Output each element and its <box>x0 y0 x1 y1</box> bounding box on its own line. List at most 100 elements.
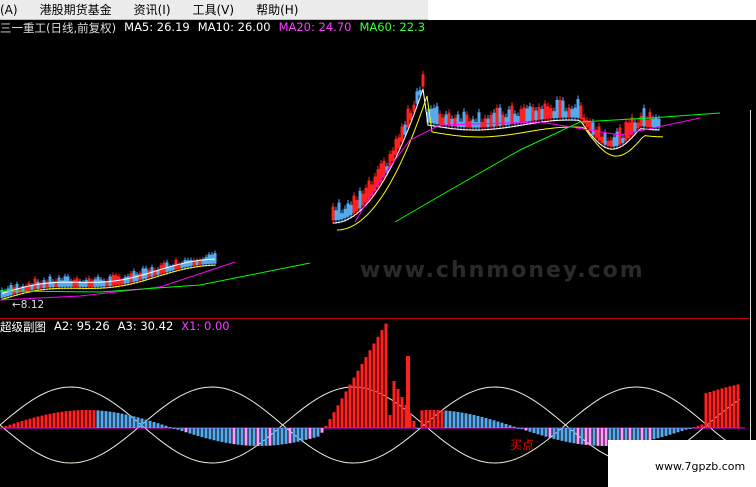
histogram-bar <box>492 420 496 428</box>
candle-body <box>36 281 40 289</box>
histogram-bar <box>380 330 384 428</box>
candle-body <box>576 99 580 118</box>
candle-body <box>564 111 568 118</box>
histogram-bar <box>56 412 60 428</box>
a2-value: A2: 95.26 <box>54 319 110 333</box>
histogram-bar <box>508 425 512 428</box>
histogram-bar <box>24 419 28 428</box>
histogram-bar <box>184 428 188 433</box>
candle-body <box>99 279 103 287</box>
histogram-bar <box>48 413 52 428</box>
histogram-bar <box>684 428 688 430</box>
histogram-bar <box>92 410 96 428</box>
candle-body <box>81 282 85 287</box>
histogram-bar <box>468 414 472 428</box>
candle-body <box>403 124 407 135</box>
histogram-bar <box>504 423 508 428</box>
candle-body <box>183 259 187 268</box>
histogram-bar <box>116 412 120 428</box>
histogram-bar <box>164 425 168 428</box>
histogram-bar <box>704 393 708 428</box>
histogram-bar <box>236 428 240 445</box>
candle-body <box>486 118 490 128</box>
histogram-bar <box>212 428 216 441</box>
candle-body <box>180 263 184 269</box>
candle-body <box>444 114 448 126</box>
histogram-bar <box>312 428 316 438</box>
x1-value: X1: 0.00 <box>181 319 230 333</box>
histogram-bar <box>536 428 540 435</box>
histogram-bar <box>84 410 88 428</box>
histogram-bar <box>104 411 108 428</box>
histogram-bar <box>72 410 76 428</box>
histogram-bar <box>460 412 464 428</box>
candle-body <box>171 266 175 271</box>
histogram-bar <box>420 410 424 428</box>
histogram-bar <box>728 386 732 428</box>
candle-body <box>534 110 538 121</box>
histogram-bar <box>180 428 184 432</box>
histogram-bar <box>668 428 672 435</box>
sub-chart-legend: 超级副图 A2: 95.26 A3: 30.42 X1: 0.00 <box>0 319 238 334</box>
sub-chart-title: 超级副图 <box>0 320 46 334</box>
histogram-bar <box>288 428 292 444</box>
candle-body <box>30 285 34 290</box>
histogram-bar <box>364 357 368 428</box>
histogram-bar <box>124 414 128 428</box>
candle-body <box>471 119 475 128</box>
candle-body <box>591 122 595 135</box>
histogram-bar <box>456 411 460 428</box>
candlestick-chart[interactable] <box>0 0 756 487</box>
histogram-bar <box>672 428 676 434</box>
histogram-bar <box>516 427 520 429</box>
histogram-bar <box>648 428 652 441</box>
histogram-bar <box>244 428 248 446</box>
candle-body <box>346 203 350 217</box>
candle-body <box>435 106 439 124</box>
histogram-bar <box>108 411 112 428</box>
histogram-bar <box>292 428 296 443</box>
histogram-bar <box>496 421 500 428</box>
histogram-bar <box>560 428 564 441</box>
candle-body <box>48 276 52 288</box>
candle-body <box>415 91 419 104</box>
candle-body <box>573 107 577 118</box>
histogram-bar <box>476 415 480 428</box>
histogram-bar <box>732 385 736 428</box>
histogram-bar <box>324 425 328 428</box>
candle-body <box>474 122 478 128</box>
histogram-bar <box>40 415 44 428</box>
histogram-bar <box>452 411 456 428</box>
candle-body <box>555 100 559 118</box>
histogram-bar <box>360 363 364 428</box>
histogram-bar <box>520 428 524 430</box>
histogram-bar <box>32 417 36 428</box>
histogram-bar <box>152 421 156 428</box>
candle-body <box>657 118 661 128</box>
histogram-bar <box>688 428 692 429</box>
histogram-bar <box>188 428 192 434</box>
candle-body <box>654 117 658 128</box>
candle-body <box>516 115 520 124</box>
histogram-bar <box>540 428 544 436</box>
histogram-bar <box>44 414 48 428</box>
histogram-bar <box>248 428 252 446</box>
histogram-bar <box>12 423 16 428</box>
histogram-bar <box>340 398 344 428</box>
histogram-bar <box>96 410 100 428</box>
candle-body <box>340 213 344 220</box>
candle-body <box>552 111 556 119</box>
histogram-bar <box>160 424 164 428</box>
histogram-bar <box>268 428 272 446</box>
histogram-bar <box>572 428 576 444</box>
histogram-bar <box>20 420 24 428</box>
histogram-bar <box>36 416 40 428</box>
histogram-bar <box>272 428 276 446</box>
candle-body <box>561 100 565 118</box>
histogram-bar <box>16 422 20 428</box>
candle-body <box>343 208 347 219</box>
histogram-bar <box>276 428 280 445</box>
histogram-bar <box>228 428 232 444</box>
candle-body <box>63 276 67 287</box>
histogram-bar <box>392 381 396 428</box>
